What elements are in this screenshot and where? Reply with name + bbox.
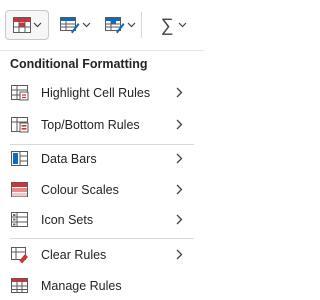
menu-item-icon-sets[interactable]: Icon Sets [0,208,204,232]
conditional-formatting-button[interactable] [5,10,49,40]
chevron-down-icon [178,22,187,28]
format-table-icon [59,17,79,34]
ribbon-toolbar: ∑ [0,0,204,50]
clear-rules-icon [11,247,28,263]
menu-top-border [0,50,204,51]
data-bars-icon [11,151,28,166]
top-bottom-rules-icon [11,117,29,133]
menu-item-label: Manage Rules [41,279,122,293]
menu-item-highlight-cell-rules[interactable]: Highlight Cell Rules [0,81,204,105]
menu-item-data-bars[interactable]: Data Bars [0,147,204,171]
menu-item-clear-rules[interactable]: Clear Rules [0,243,204,267]
menu-item-label: Clear Rules [41,248,107,262]
chevron-right-icon [176,214,183,225]
menu-item-colour-scales[interactable]: Colour Scales [0,178,204,202]
menu-item-top-bottom-rules[interactable]: Top/Bottom Rules [0,113,204,137]
format-as-table-button[interactable] [54,10,96,40]
manage-rules-icon [11,278,28,293]
highlight-cell-rules-icon [11,85,29,101]
sigma-icon: ∑ [160,14,174,35]
chevron-down-icon [33,22,41,28]
colour-scales-icon [11,182,28,197]
menu-item-label: Highlight Cell Rules [41,86,151,100]
chevron-right-icon [176,87,183,98]
menu-item-label: Icon Sets [41,213,94,227]
chevron-down-icon [127,22,135,28]
cell-styles-icon [104,17,124,34]
autosum-button[interactable]: ∑ [152,10,196,40]
chevron-right-icon [176,184,183,195]
menu-item-manage-rules[interactable]: Manage Rules [0,274,204,298]
chevron-down-icon [82,22,90,28]
chevron-right-icon [176,249,183,260]
ribbon-separator [141,12,142,38]
menu-item-label: Top/Bottom Rules [41,118,140,132]
menu-divider [10,238,194,239]
chevron-right-icon [176,119,183,130]
cell-styles-button[interactable] [99,10,141,40]
chevron-right-icon [176,153,183,164]
menu-item-label: Data Bars [41,152,97,166]
menu-item-label: Colour Scales [41,183,119,197]
conditional-formatting-icon [12,17,31,33]
icon-sets-icon [11,212,28,227]
menu-divider [10,144,194,145]
menu-title: Conditional Formatting [10,57,148,71]
